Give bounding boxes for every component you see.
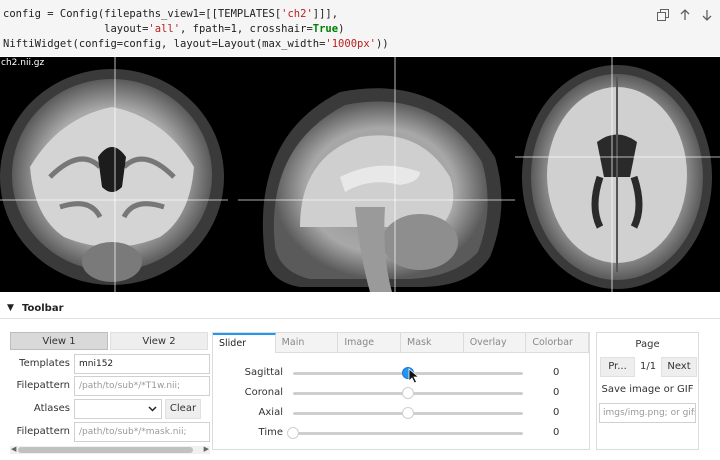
time-value: 0 (553, 427, 560, 438)
atlases-select[interactable] (74, 399, 162, 419)
time-label: Time (258, 427, 283, 438)
sagittal-slider-row: Sagittal 0 (213, 365, 589, 381)
code-line-2: layout='all', fpath=1, crosshair=True) (3, 23, 344, 35)
move-down-icon[interactable] (700, 8, 714, 22)
brain-slices[interactable] (0, 57, 720, 292)
sagittal-value: 0 (553, 367, 560, 378)
code-text: )) (375, 38, 389, 50)
page-count: 1/1 (640, 361, 657, 372)
save-path-input[interactable]: imgs/img.png; or gifs (599, 403, 696, 423)
clear-button[interactable]: Clear (165, 399, 201, 419)
code-text: ) (338, 23, 345, 35)
page-panel: Page Pr... 1/1 Next Save image or GIF im… (596, 332, 699, 450)
code-string: '1000px' (325, 38, 376, 50)
coronal-slider-row: Coronal 0 (213, 385, 589, 401)
toolbar-header[interactable]: ▼ Toolbar (0, 300, 720, 318)
previous-button[interactable]: Pr... (600, 357, 635, 377)
templates-label: Templates (19, 358, 70, 369)
time-slider-row: Time 0 (213, 425, 589, 441)
chevron-down-icon (148, 404, 157, 415)
save-label: Save image or GIF (601, 384, 694, 395)
filepattern-input[interactable]: /path/to/sub*/*T1w.nii; (74, 376, 210, 396)
tab-view-1[interactable]: View 1 (10, 332, 108, 350)
filepattern-mask-label: Filepattern (16, 426, 70, 437)
code-line-1: config = Config(filepaths_view1=[[TEMPLA… (3, 8, 338, 20)
code-text: , fpath=1, crosshair= (180, 23, 313, 35)
atlases-label: Atlases (33, 403, 70, 414)
filepattern-label: Filepattern (16, 380, 70, 391)
sagittal-label: Sagittal (244, 367, 283, 378)
tab-overlay[interactable]: Overlay (463, 333, 527, 353)
coronal-value: 0 (553, 387, 560, 398)
code-text: config = Config(filepaths_view1=[[TEMPLA… (3, 8, 282, 20)
axial-track[interactable] (293, 407, 523, 419)
atlases-row: Atlases Clear (10, 399, 210, 419)
coronal-label: Coronal (244, 387, 283, 398)
cursor-icon (408, 368, 420, 387)
code-string: 'all' (148, 23, 181, 35)
coronal-slice[interactable] (0, 69, 224, 285)
filepattern-mask-row: Filepattern /path/to/sub*/*mask.nii; (10, 422, 210, 442)
scroll-right-icon[interactable]: ▶ (204, 445, 209, 453)
code-text: ]]], (312, 8, 339, 20)
filepattern-mask-input[interactable]: /path/to/sub*/*mask.nii; (74, 422, 210, 442)
controls-panel: Slider Main Image Mask Overlay Colorbar … (212, 332, 590, 450)
file-name-label: ch2.nii.gz (1, 58, 45, 68)
tab-slider[interactable]: Slider (213, 333, 276, 353)
tab-image[interactable]: Image (338, 333, 402, 353)
axial-knob[interactable] (402, 407, 414, 419)
scrollbar-thumb[interactable] (18, 447, 193, 453)
tab-view-2[interactable]: View 2 (110, 332, 208, 350)
axial-slice[interactable] (522, 65, 712, 289)
code-text: NiftiWidget(config=config, layout=Layout… (3, 38, 326, 50)
templates-row: Templates mni152 (10, 354, 210, 374)
nifti-viewer[interactable]: ch2.nii.gz (0, 57, 720, 292)
copy-icon[interactable] (656, 8, 670, 22)
code-line-3: NiftiWidget(config=config, layout=Layout… (3, 38, 389, 50)
scroll-left-icon[interactable]: ◀ (11, 445, 16, 453)
caret-down-icon[interactable]: ▼ (7, 303, 14, 313)
axial-value: 0 (553, 407, 560, 418)
code-cell[interactable]: config = Config(filepaths_view1=[[TEMPLA… (0, 0, 720, 56)
cell-toolbar (656, 8, 714, 22)
view-settings-panel: View 1 View 2 Templates mni152 Filepatte… (10, 332, 210, 454)
page-title: Page (635, 339, 660, 350)
divider (0, 318, 720, 319)
coronal-track[interactable] (293, 387, 523, 399)
time-track[interactable] (287, 427, 523, 439)
tab-colorbar[interactable]: Colorbar (526, 333, 590, 353)
code-text: layout= (3, 23, 149, 35)
next-button[interactable]: Next (661, 357, 697, 377)
filepattern-row: Filepattern /path/to/sub*/*T1w.nii; (10, 376, 210, 396)
coronal-knob[interactable] (402, 387, 414, 399)
tab-mask[interactable]: Mask (401, 333, 464, 353)
sagittal-slice[interactable] (262, 88, 502, 292)
axial-slider-row: Axial 0 (213, 405, 589, 421)
templates-input[interactable]: mni152 (74, 354, 210, 374)
time-knob[interactable] (287, 427, 299, 439)
toolbar-title: Toolbar (22, 303, 64, 314)
tab-main[interactable]: Main (275, 333, 339, 353)
horizontal-scrollbar[interactable]: ◀ ▶ (10, 445, 210, 454)
code-string: 'ch2' (281, 8, 313, 20)
controls-tabs: Slider Main Image Mask Overlay Colorbar (213, 333, 590, 353)
move-up-icon[interactable] (678, 8, 692, 22)
code-keyword: True (312, 23, 339, 35)
axial-label: Axial (258, 407, 283, 418)
